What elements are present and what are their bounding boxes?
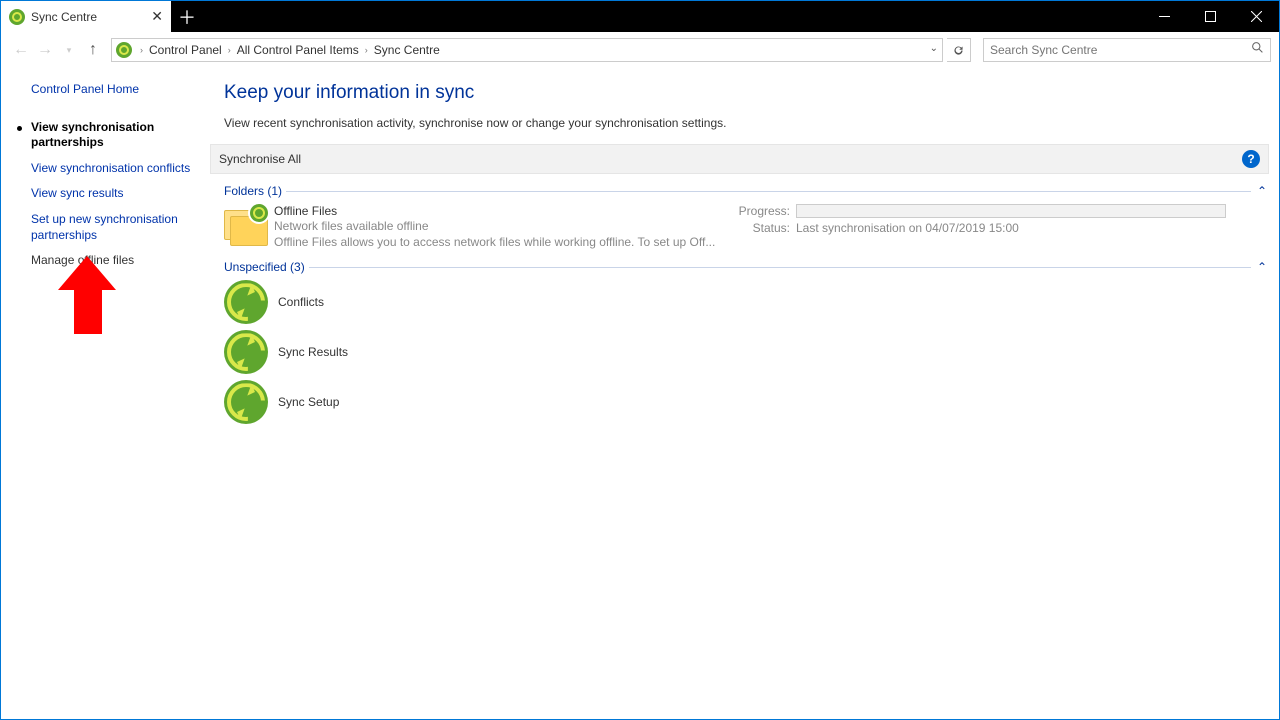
close-window-button[interactable] <box>1233 1 1279 32</box>
sync-icon <box>116 42 132 58</box>
help-icon[interactable]: ? <box>1242 150 1260 168</box>
breadcrumb-item[interactable]: Control Panel <box>147 43 224 57</box>
window-controls <box>1141 1 1279 32</box>
status-label: Status: <box>734 221 790 235</box>
maximize-button[interactable] <box>1187 1 1233 32</box>
back-button[interactable]: ← <box>11 40 31 60</box>
page-subtitle: View recent synchronisation activity, sy… <box>224 116 1267 130</box>
search-box[interactable] <box>983 38 1271 62</box>
address-dropdown-icon[interactable]: ⌄ <box>930 43 938 54</box>
collapse-icon[interactable]: ⌃ <box>1251 184 1267 198</box>
address-row: ← → ▾ ↑ › Control Panel › All Control Pa… <box>1 32 1279 68</box>
refresh-button[interactable] <box>947 38 971 62</box>
offline-files-icon <box>224 204 268 248</box>
item-title: Conflicts <box>278 295 324 309</box>
progress-label: Progress: <box>734 204 790 218</box>
sync-icon <box>9 9 25 25</box>
group-title[interactable]: Folders (1) <box>224 184 286 198</box>
sync-item-setup[interactable]: Sync Setup <box>224 380 1267 424</box>
sidebar-item-partnerships[interactable]: View synchronisation partnerships <box>17 120 192 151</box>
chevron-right-icon: › <box>136 45 147 55</box>
breadcrumb-item[interactable]: All Control Panel Items <box>235 43 361 57</box>
sync-icon <box>224 330 268 374</box>
breadcrumb-item[interactable]: Sync Centre <box>372 43 442 57</box>
search-icon[interactable] <box>1251 41 1264 59</box>
annotation-arrow <box>58 256 118 340</box>
group-header-unspecified: Unspecified (3) ⌃ <box>224 260 1267 274</box>
sidebar-home[interactable]: Control Panel Home <box>17 82 192 98</box>
synchronise-all-button[interactable]: Synchronise All <box>219 152 301 166</box>
item-description: Offline Files allows you to access netwo… <box>274 234 734 250</box>
body-area: Control Panel Home View synchronisation … <box>1 68 1279 719</box>
sidebar-item-conflicts[interactable]: View synchronisation conflicts <box>17 161 192 177</box>
item-title: Sync Results <box>278 345 348 359</box>
titlebar: Sync Centre ✕ ＋ <box>1 1 1279 32</box>
chevron-right-icon: › <box>361 45 372 55</box>
progress-bar <box>796 204 1226 218</box>
divider <box>286 191 1251 192</box>
browser-tab[interactable]: Sync Centre ✕ <box>1 1 171 32</box>
search-input[interactable] <box>990 43 1251 57</box>
status-value: Last synchronisation on 04/07/2019 15:00 <box>796 221 1267 235</box>
sidebar: Control Panel Home View synchronisation … <box>1 68 200 719</box>
toolbar: Synchronise All ? <box>210 144 1269 174</box>
content-panel: Keep your information in sync View recen… <box>200 68 1279 719</box>
item-title: Sync Setup <box>278 395 339 409</box>
sync-icon <box>224 380 268 424</box>
divider <box>309 267 1251 268</box>
close-tab-icon[interactable]: ✕ <box>151 8 163 25</box>
tab-title: Sync Centre <box>31 10 97 24</box>
sync-item-conflicts[interactable]: Conflicts <box>224 280 1267 324</box>
minimize-button[interactable] <box>1141 1 1187 32</box>
group-title[interactable]: Unspecified (3) <box>224 260 309 274</box>
item-subtitle: Network files available offline <box>274 218 734 234</box>
chevron-right-icon: › <box>224 45 235 55</box>
sync-item-offline-files[interactable]: Offline Files Network files available of… <box>224 204 1267 250</box>
up-button[interactable]: ↑ <box>83 40 103 60</box>
item-status-block: Progress: Status: Last synchronisation o… <box>734 204 1267 235</box>
sync-icon <box>224 280 268 324</box>
address-bar[interactable]: › Control Panel › All Control Panel Item… <box>111 38 943 62</box>
page-title: Keep your information in sync <box>224 82 1267 104</box>
sidebar-item-results[interactable]: View sync results <box>17 186 192 202</box>
new-tab-button[interactable]: ＋ <box>171 1 203 32</box>
sync-item-results[interactable]: Sync Results <box>224 330 1267 374</box>
recent-locations-button[interactable]: ▾ <box>59 40 79 60</box>
item-title: Offline Files <box>274 204 734 218</box>
collapse-icon[interactable]: ⌃ <box>1251 260 1267 274</box>
sidebar-item-setup[interactable]: Set up new synchronisation partnerships <box>17 212 192 243</box>
group-header-folders: Folders (1) ⌃ <box>224 184 1267 198</box>
forward-button[interactable]: → <box>35 40 55 60</box>
